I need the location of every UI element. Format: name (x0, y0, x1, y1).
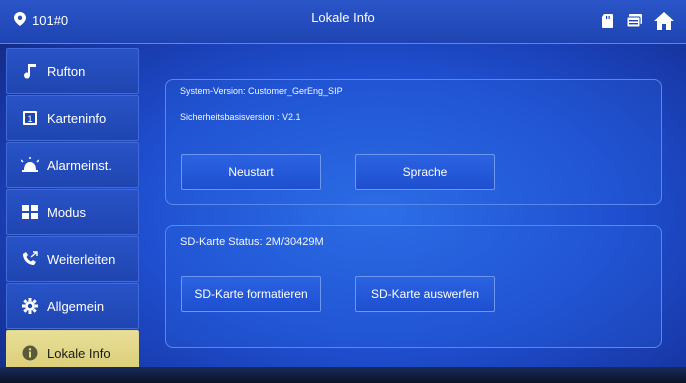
sd-card-panel: SD-Karte Status: 2M/30429M SD-Karte form… (165, 225, 662, 348)
sidebar-item-modus[interactable]: Modus (6, 189, 139, 235)
language-button[interactable]: Sprache (355, 154, 495, 190)
security-version: Sicherheitsbasisversion : V2.1 (180, 112, 301, 122)
sidebar-item-alarmeinst[interactable]: Alarmeinst. (6, 142, 139, 188)
gear-icon (21, 297, 39, 315)
sidebar-item-karteninfo[interactable]: 1 Karteninfo (6, 95, 139, 141)
sidebar-item-allgemein[interactable]: Allgemein (6, 283, 139, 329)
svg-text:1: 1 (27, 114, 32, 124)
page-title: Lokale Info (311, 10, 375, 25)
device-screen: 101#0 Lokale Info Rufton 1 Karteninfo Al… (0, 0, 686, 383)
sidebar-item-rufton[interactable]: Rufton (6, 48, 139, 94)
info-icon (21, 344, 39, 362)
system-version: System-Version: Customer_GerEng_SIP (180, 86, 343, 96)
sidebar-item-label: Modus (47, 204, 87, 220)
music-note-icon (21, 62, 39, 80)
sidebar: Rufton 1 Karteninfo Alarmeinst. Modus We… (6, 48, 139, 377)
sidebar-item-label: Lokale Info (47, 345, 111, 361)
sidebar-item-label: Weiterleiten (47, 251, 116, 267)
message-icon[interactable] (626, 13, 644, 34)
grid-icon (21, 203, 39, 221)
sidebar-item-label: Alarmeinst. (47, 157, 113, 173)
sd-card-icon[interactable] (600, 13, 616, 34)
system-info-panel: System-Version: Customer_GerEng_SIP Sich… (165, 79, 662, 205)
sidebar-item-label: Karteninfo (47, 110, 107, 126)
alarm-icon (21, 156, 39, 174)
sd-card-status: SD-Karte Status: 2M/30429M (180, 236, 324, 248)
call-forward-icon (21, 250, 39, 268)
sd-format-button[interactable]: SD-Karte formatieren (181, 276, 321, 312)
home-icon[interactable] (654, 12, 674, 35)
top-bar: 101#0 Lokale Info (0, 0, 686, 44)
sidebar-item-weiterleiten[interactable]: Weiterleiten (6, 236, 139, 282)
sidebar-item-label: Rufton (47, 63, 86, 79)
sidebar-item-label: Allgemein (47, 298, 105, 314)
screen-bezel (0, 367, 686, 383)
sd-eject-button[interactable]: SD-Karte auswerfen (355, 276, 495, 312)
card-icon: 1 (21, 109, 39, 127)
restart-button[interactable]: Neustart (181, 154, 321, 190)
